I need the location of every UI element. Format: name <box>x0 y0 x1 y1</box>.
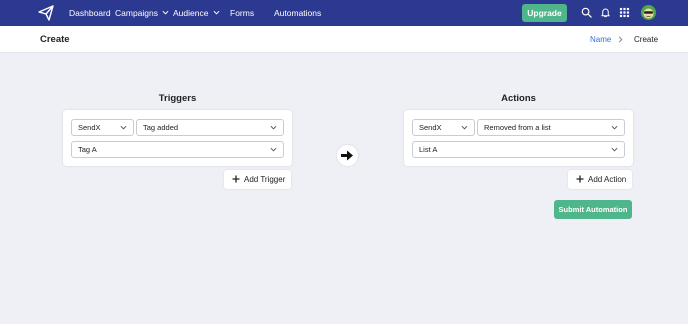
actions-title: Actions <box>501 93 536 104</box>
chevron-right-icon <box>618 36 623 43</box>
nav-audience-label: Audience <box>173 8 209 18</box>
nav-campaigns[interactable]: Campaigns <box>115 0 169 26</box>
plus-icon <box>232 175 240 183</box>
top-navbar: Dashboard Campaigns Audience Forms Autom… <box>0 0 688 26</box>
action-event-value: Removed from a list <box>484 123 551 132</box>
nav-forms[interactable]: Forms <box>230 0 254 26</box>
action-event-select[interactable]: Removed from a list <box>477 119 625 136</box>
nav-automations-label: Automations <box>274 8 322 18</box>
chevron-down-icon <box>461 125 468 130</box>
upgrade-button[interactable]: Upgrade <box>522 4 567 22</box>
chevron-down-icon <box>162 11 169 15</box>
apps-grid-icon[interactable] <box>619 7 630 18</box>
nav-automations[interactable]: Automations <box>274 0 321 26</box>
arrow-right-icon <box>341 150 353 161</box>
trigger-event-select[interactable]: Tag added <box>136 119 284 136</box>
trigger-app-value: SendX <box>78 123 101 132</box>
search-icon[interactable] <box>581 7 592 18</box>
chevron-down-icon <box>270 125 277 130</box>
plus-icon <box>576 175 584 183</box>
trigger-value-value: Tag A <box>78 145 97 154</box>
nav-dashboard-label: Dashboard <box>69 8 111 18</box>
chevron-down-icon <box>213 11 220 15</box>
flow-arrow <box>337 145 358 166</box>
submit-automation-button[interactable]: Submit Automation <box>554 200 632 219</box>
add-trigger-label: Add Trigger <box>244 175 286 184</box>
action-value-select[interactable]: List A <box>412 141 625 158</box>
chevron-down-icon <box>611 147 618 152</box>
trigger-event-value: Tag added <box>143 123 179 132</box>
actions-card: SendX Removed from a list List A <box>404 110 633 166</box>
action-app-value: SendX <box>419 123 442 132</box>
add-trigger-button[interactable]: Add Trigger <box>224 170 291 189</box>
breadcrumb-link-name[interactable]: Name <box>590 26 611 53</box>
page-title: Create <box>40 34 70 45</box>
triggers-title: Triggers <box>158 93 197 104</box>
avatar[interactable] <box>641 5 656 20</box>
nav-forms-label: Forms <box>230 8 255 18</box>
bell-icon[interactable] <box>600 7 611 18</box>
action-app-select[interactable]: SendX <box>412 119 475 136</box>
add-action-label: Add Action <box>588 175 627 184</box>
trigger-app-select[interactable]: SendX <box>71 119 134 136</box>
breadcrumb-current: Create <box>634 35 659 44</box>
add-action-button[interactable]: Add Action <box>568 170 632 189</box>
chevron-down-icon <box>611 125 618 130</box>
chevron-down-icon <box>270 147 277 152</box>
avatar-face-icon <box>643 8 654 19</box>
nav-audience[interactable]: Audience <box>173 0 220 26</box>
triggers-card: SendX Tag added Tag A <box>63 110 292 166</box>
page-header: Create Name Create <box>0 26 688 53</box>
trigger-value-select[interactable]: Tag A <box>71 141 284 158</box>
paper-plane-logo-icon[interactable] <box>38 5 54 21</box>
action-value-value: List A <box>419 145 438 154</box>
nav-dashboard[interactable]: Dashboard <box>69 0 111 26</box>
chevron-down-icon <box>120 125 127 130</box>
nav-campaigns-label: Campaigns <box>115 8 158 18</box>
